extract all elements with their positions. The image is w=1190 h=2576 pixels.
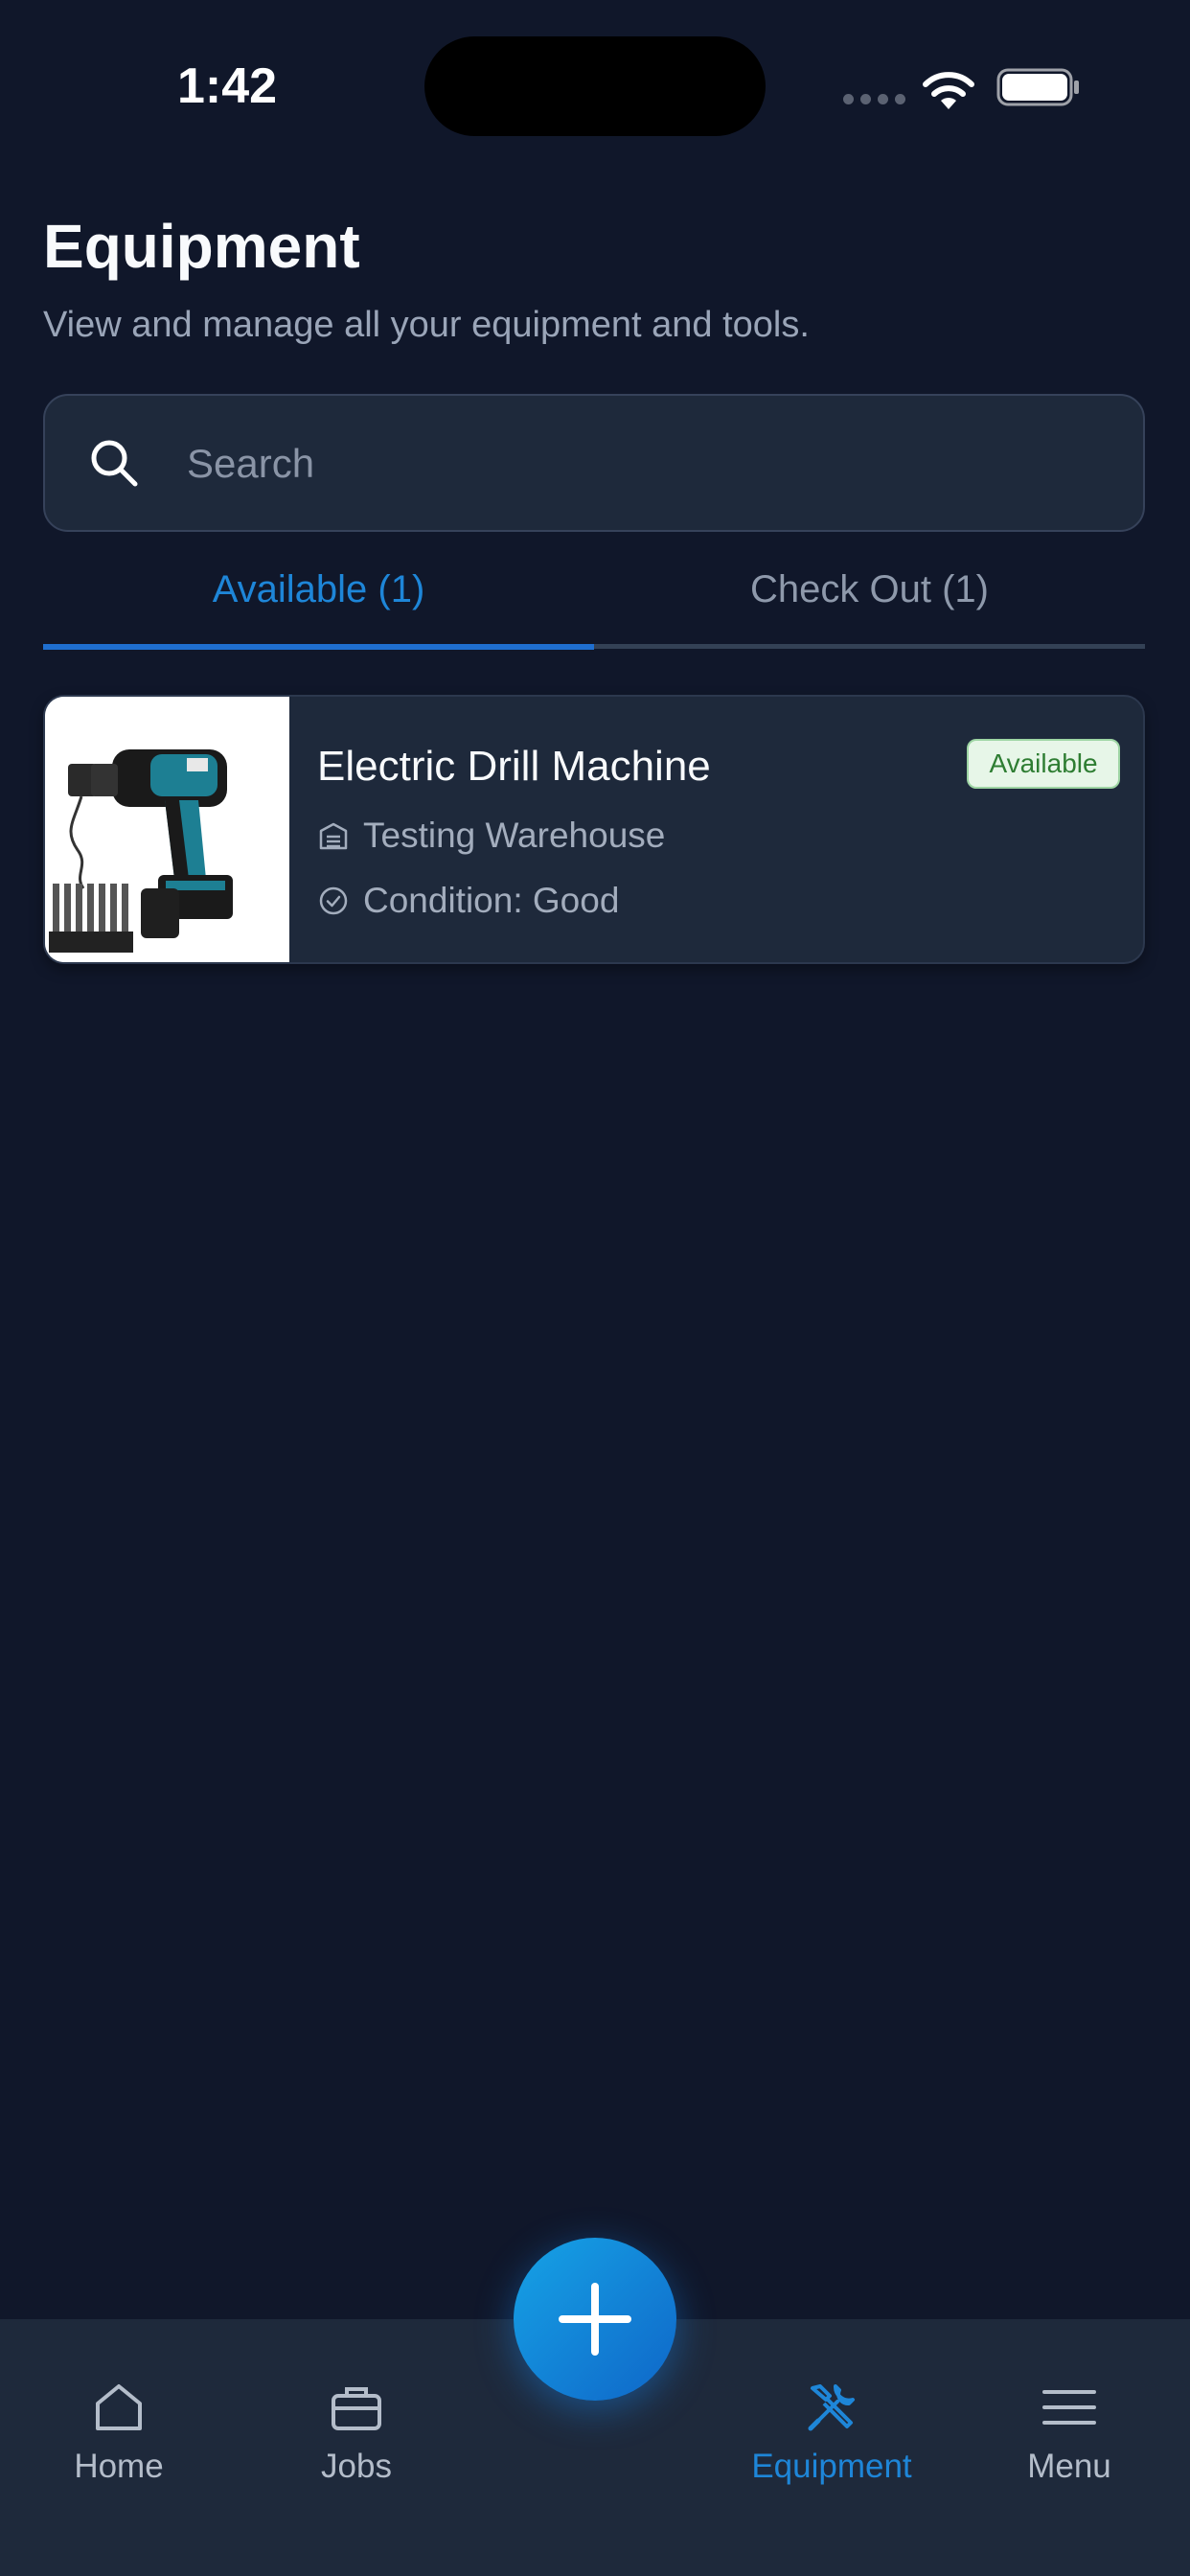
nav-jobs-label: Jobs — [321, 2448, 392, 2485]
plus-icon — [559, 2283, 631, 2356]
battery-icon — [996, 68, 1079, 106]
location-row: Testing Warehouse — [317, 816, 665, 856]
hamburger-menu-icon — [1042, 2390, 1096, 2425]
wifi-icon — [923, 72, 974, 109]
tab-check-out[interactable]: Check Out (1) — [594, 556, 1145, 648]
page-subtitle: View and manage all your equipment and t… — [43, 305, 810, 345]
nav-home[interactable]: Home — [23, 2377, 215, 2486]
search-icon — [91, 440, 138, 487]
page-title: Equipment — [43, 212, 360, 281]
dynamic-island — [424, 36, 766, 136]
warehouse-icon — [319, 822, 348, 850]
search-box[interactable] — [43, 394, 1145, 532]
tools-icon — [808, 2384, 855, 2431]
location-text: Testing Warehouse — [363, 816, 666, 855]
equipment-name: Electric Drill Machine — [317, 743, 711, 790]
briefcase-icon — [332, 2387, 381, 2430]
condition-row: Condition: Good — [317, 881, 619, 921]
check-circle-icon — [319, 886, 348, 915]
status-time: 1:42 — [177, 58, 278, 114]
nav-menu-label: Menu — [1027, 2448, 1111, 2485]
nav-menu[interactable]: Menu — [973, 2377, 1165, 2486]
cellular-signal-icon — [843, 94, 905, 104]
equipment-card[interactable]: Electric Drill Machine Available Testing… — [43, 695, 1145, 964]
nav-equipment-label: Equipment — [751, 2448, 912, 2485]
condition-text: Condition: Good — [363, 881, 620, 920]
status-badge: Available — [967, 739, 1120, 789]
nav-jobs[interactable]: Jobs — [261, 2377, 452, 2486]
nav-home-label: Home — [74, 2448, 164, 2485]
equipment-thumbnail — [45, 697, 289, 962]
nav-equipment[interactable]: Equipment — [736, 2377, 927, 2486]
home-icon — [96, 2384, 142, 2430]
tab-available[interactable]: Available (1) — [43, 556, 594, 648]
add-equipment-button[interactable] — [514, 2238, 676, 2401]
search-input[interactable] — [185, 425, 1109, 503]
tab-bar: Available (1) Check Out (1) — [43, 556, 1145, 652]
tab-active-indicator — [43, 644, 594, 650]
